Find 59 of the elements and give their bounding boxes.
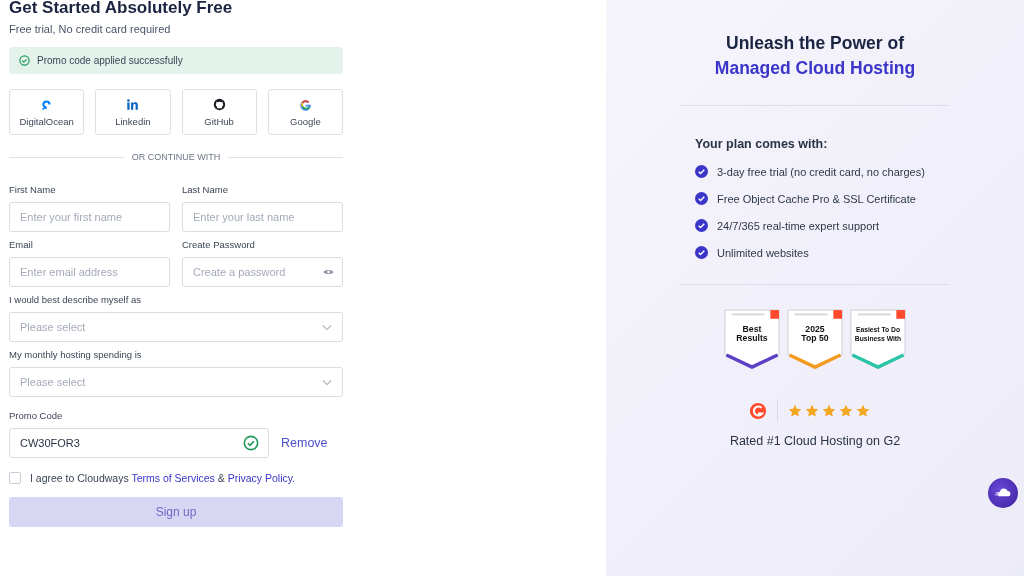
check-circle-icon (695, 246, 708, 259)
badge-title: Best (742, 324, 762, 335)
promo-code-field[interactable]: CW30FOR3 (9, 428, 269, 458)
cat-logo-icon (212, 97, 226, 111)
terms-link[interactable]: Terms of Services (131, 472, 215, 484)
rating-caption: Rated #1 Cloud Hosting on G2 (729, 434, 901, 448)
check-circle-icon (19, 55, 30, 66)
award-badge (850, 309, 906, 370)
password-input-field[interactable]: Create a password (182, 257, 343, 287)
social-login-button[interactable]: Linkedin (95, 89, 171, 135)
badge-title: Top 50 (801, 332, 829, 343)
promo-heading: Unleash the Power of (726, 32, 904, 55)
field-label: I would best describe myself as (9, 294, 142, 305)
plan-heading: Your plan comes with: (695, 137, 828, 151)
star-icon (821, 404, 836, 418)
text-input-field[interactable]: Enter your last name (182, 202, 343, 232)
feature-text: 24/7/365 real-time expert support (717, 219, 880, 232)
badge-title: 2025 (805, 324, 825, 335)
check-circle-icon (695, 219, 708, 232)
field-label: Create Password (182, 239, 256, 250)
feature-text: Free Object Cache Pro & SSL Certificate (717, 192, 916, 205)
award-badge (724, 309, 780, 370)
check-circle-icon (695, 165, 708, 178)
social-login-button[interactable]: DigitalOcean (9, 89, 85, 135)
g2-logo-icon (748, 402, 767, 420)
badge-title: Results (736, 332, 768, 343)
social-login-button[interactable]: Google (267, 89, 343, 135)
divider-label: OR CONTINUE WITH (131, 152, 221, 162)
check-circle-icon (695, 192, 708, 205)
remove-link[interactable]: Remove (281, 436, 328, 450)
linkedin-logo-icon (126, 97, 140, 111)
field-label: Promo Code (9, 410, 64, 421)
google-logo-icon (298, 97, 312, 111)
feature-text: 3-day free trial (no credit card, no charges) (717, 165, 925, 178)
alert-message: Promo code applied successfully (37, 55, 183, 66)
field-label: My monthly hosting spending is (9, 349, 143, 360)
agreement-text: I agree to Cloudways Terms of Services & Privacy Policy. (30, 472, 296, 484)
star-icon (855, 404, 870, 418)
promo-highlight: Managed Cloud Hosting (714, 57, 916, 80)
chevron-down-icon (322, 323, 332, 331)
page-title: Get Started Absolutely Free (9, 0, 234, 19)
page-subtitle: Free trial, No credit card required (9, 23, 172, 35)
ring-logo-icon (40, 97, 54, 111)
text-input-field[interactable]: Enter your first name (9, 202, 170, 232)
feature-text: Unlimited websites (717, 246, 809, 259)
social-login-button[interactable]: GitHub (181, 89, 257, 135)
field-label: First Name (9, 184, 57, 195)
text-input-field[interactable]: Enter email address (9, 257, 170, 287)
chevron-down-icon (322, 378, 332, 386)
privacy-link[interactable]: Privacy Policy. (227, 472, 296, 484)
field-label: Last Name (182, 184, 229, 195)
star-icon (787, 404, 802, 418)
star-icon (838, 404, 853, 418)
chat-launcher-button[interactable] (988, 478, 1018, 508)
star-icon (804, 404, 819, 418)
award-badge (787, 309, 843, 370)
agreement-checkbox[interactable] (9, 472, 21, 484)
field-label: Email (9, 239, 34, 250)
eye-icon[interactable] (323, 268, 334, 276)
